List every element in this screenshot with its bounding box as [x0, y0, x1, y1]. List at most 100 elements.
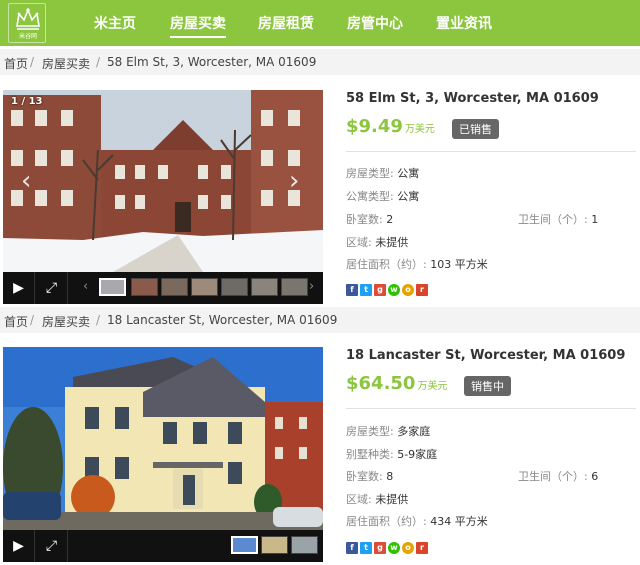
field-label: 卫生间（个）: — [518, 213, 588, 226]
breadcrumb-home[interactable]: 首页 — [4, 313, 28, 330]
share-bar: f t g w o r — [346, 284, 428, 296]
field-label: 居住面积（约）: — [346, 258, 427, 271]
thumb-prev-icon[interactable]: ‹ — [83, 279, 88, 294]
thumbnail[interactable] — [221, 278, 248, 296]
field-value: 公寓 — [397, 167, 420, 180]
weibo-icon[interactable]: o — [402, 284, 414, 296]
crown-logo-icon — [16, 7, 40, 30]
breadcrumb-separator: / — [96, 55, 101, 69]
field-value: 未提供 — [375, 493, 409, 506]
field-value: 103 平方米 — [430, 258, 488, 271]
renren-icon[interactable]: r — [416, 542, 428, 554]
thumbnail[interactable] — [131, 278, 158, 296]
google-plus-icon[interactable]: g — [374, 542, 386, 554]
price-line: $9.49 万美元 — [346, 116, 435, 137]
divider — [346, 151, 636, 152]
thumbnail[interactable] — [261, 536, 288, 554]
field-label: 居住面积（约）: — [346, 515, 427, 528]
site-logo[interactable]: 米谷网 — [8, 3, 46, 43]
photo-gallery: 1 / 13 ‹ › ▶ ⤢ ‹ › — [3, 90, 323, 304]
field-label: 区域: — [346, 493, 372, 506]
facebook-icon[interactable]: f — [346, 542, 358, 554]
thumb-next-icon[interactable]: › — [309, 279, 314, 294]
field-row: 别墅种类: 5-9家庭 — [346, 446, 437, 462]
listing-price: $64.50 — [346, 373, 416, 394]
thumbnail[interactable] — [161, 278, 188, 296]
google-plus-icon[interactable]: g — [374, 284, 386, 296]
field-value: 6 — [591, 470, 599, 483]
thumbnail[interactable] — [281, 278, 308, 296]
field-row: 区域: 未提供 — [346, 234, 408, 250]
listing-address[interactable]: 58 Elm St, 3, Worcester, MA 01609 — [346, 91, 636, 106]
thumbnail[interactable] — [191, 278, 218, 296]
breadcrumb-separator: / — [30, 313, 35, 327]
field-value: 1 — [591, 213, 599, 226]
wechat-icon[interactable]: w — [388, 284, 400, 296]
nav-management[interactable]: 房管中心 — [347, 13, 403, 33]
listing-price: $9.49 — [346, 116, 403, 137]
status-badge: 已销售 — [452, 119, 499, 139]
field-value: 2 — [386, 213, 394, 226]
top-nav: 米谷网 米主页 房屋买卖 房屋租赁 房管中心 置业资讯 — [0, 0, 640, 46]
facebook-icon[interactable]: f — [346, 284, 358, 296]
field-value: 5-9家庭 — [397, 448, 438, 461]
twitter-icon[interactable]: t — [360, 542, 372, 554]
renren-icon[interactable]: r — [416, 284, 428, 296]
photo-counter: 1 / 13 — [11, 96, 43, 107]
logo-text: 米谷网 — [18, 33, 37, 40]
field-row: 居住面积（约）: 434 平方米 — [346, 513, 488, 529]
breadcrumb-separator: / — [96, 313, 101, 327]
field-label: 卧室数: — [346, 470, 383, 483]
next-photo-arrow-icon[interactable]: › — [289, 168, 299, 194]
listing-photo[interactable] — [3, 90, 323, 272]
field-label: 别墅种类: — [346, 448, 394, 461]
weibo-icon[interactable]: o — [402, 542, 414, 554]
fullscreen-icon[interactable]: ⤢ — [36, 530, 68, 562]
field-row: 卧室数: 2 — [346, 211, 393, 227]
status-badge: 销售中 — [464, 376, 511, 396]
listing-address[interactable]: 18 Lancaster St, Worcester, MA 01609 — [346, 348, 636, 363]
field-label: 房屋类型: — [346, 167, 394, 180]
listing-details: 58 Elm St, 3, Worcester, MA 01609 $9.49 万… — [346, 91, 636, 301]
breadcrumb-current: 58 Elm St, 3, Worcester, MA 01609 — [107, 55, 317, 69]
nav-buy[interactable]: 房屋买卖 — [170, 13, 226, 38]
thumbnail[interactable] — [231, 536, 258, 554]
bath-row: 卫生间（个）: 1 — [518, 211, 598, 227]
breadcrumb: 首页 / 房屋买卖 / 58 Elm St, 3, Worcester, MA … — [0, 49, 640, 75]
breadcrumb-buy[interactable]: 房屋买卖 — [42, 55, 90, 72]
breadcrumb-buy[interactable]: 房屋买卖 — [42, 313, 90, 330]
thumbnail[interactable] — [291, 536, 318, 554]
listing-details: 18 Lancaster St, Worcester, MA 01609 $64… — [346, 348, 636, 558]
listing-photo[interactable] — [3, 347, 323, 530]
divider — [346, 408, 636, 409]
nav-news[interactable]: 置业资讯 — [436, 13, 492, 33]
breadcrumb-separator: / — [30, 55, 35, 69]
thumbnail[interactable] — [251, 278, 278, 296]
price-unit: 万美元 — [404, 124, 435, 135]
field-value: 公寓 — [397, 190, 420, 203]
field-value: 434 平方米 — [430, 515, 488, 528]
fullscreen-icon[interactable]: ⤢ — [36, 272, 68, 304]
thumbnail-bar: ▶ ⤢ ‹ › — [3, 272, 323, 304]
field-value: 多家庭 — [397, 425, 431, 438]
share-bar: f t g w o r — [346, 542, 428, 554]
nav-home[interactable]: 米主页 — [94, 13, 136, 33]
price-unit: 万美元 — [417, 381, 448, 392]
breadcrumb-home[interactable]: 首页 — [4, 55, 28, 72]
field-label: 区域: — [346, 236, 372, 249]
field-row: 公寓类型: 公寓 — [346, 188, 419, 204]
play-icon[interactable]: ▶ — [3, 272, 35, 304]
nav-rent[interactable]: 房屋租赁 — [258, 13, 314, 33]
play-icon[interactable]: ▶ — [3, 530, 35, 562]
field-label: 房屋类型: — [346, 425, 394, 438]
field-row: 房屋类型: 公寓 — [346, 165, 419, 181]
breadcrumb-current: 18 Lancaster St, Worcester, MA 01609 — [107, 313, 338, 327]
twitter-icon[interactable]: t — [360, 284, 372, 296]
field-label: 卫生间（个）: — [518, 470, 588, 483]
field-row: 房屋类型: 多家庭 — [346, 423, 430, 439]
thumbnail[interactable] — [99, 278, 126, 296]
bath-row: 卫生间（个）: 6 — [518, 468, 598, 484]
prev-photo-arrow-icon[interactable]: ‹ — [21, 168, 31, 194]
wechat-icon[interactable]: w — [388, 542, 400, 554]
field-label: 卧室数: — [346, 213, 383, 226]
